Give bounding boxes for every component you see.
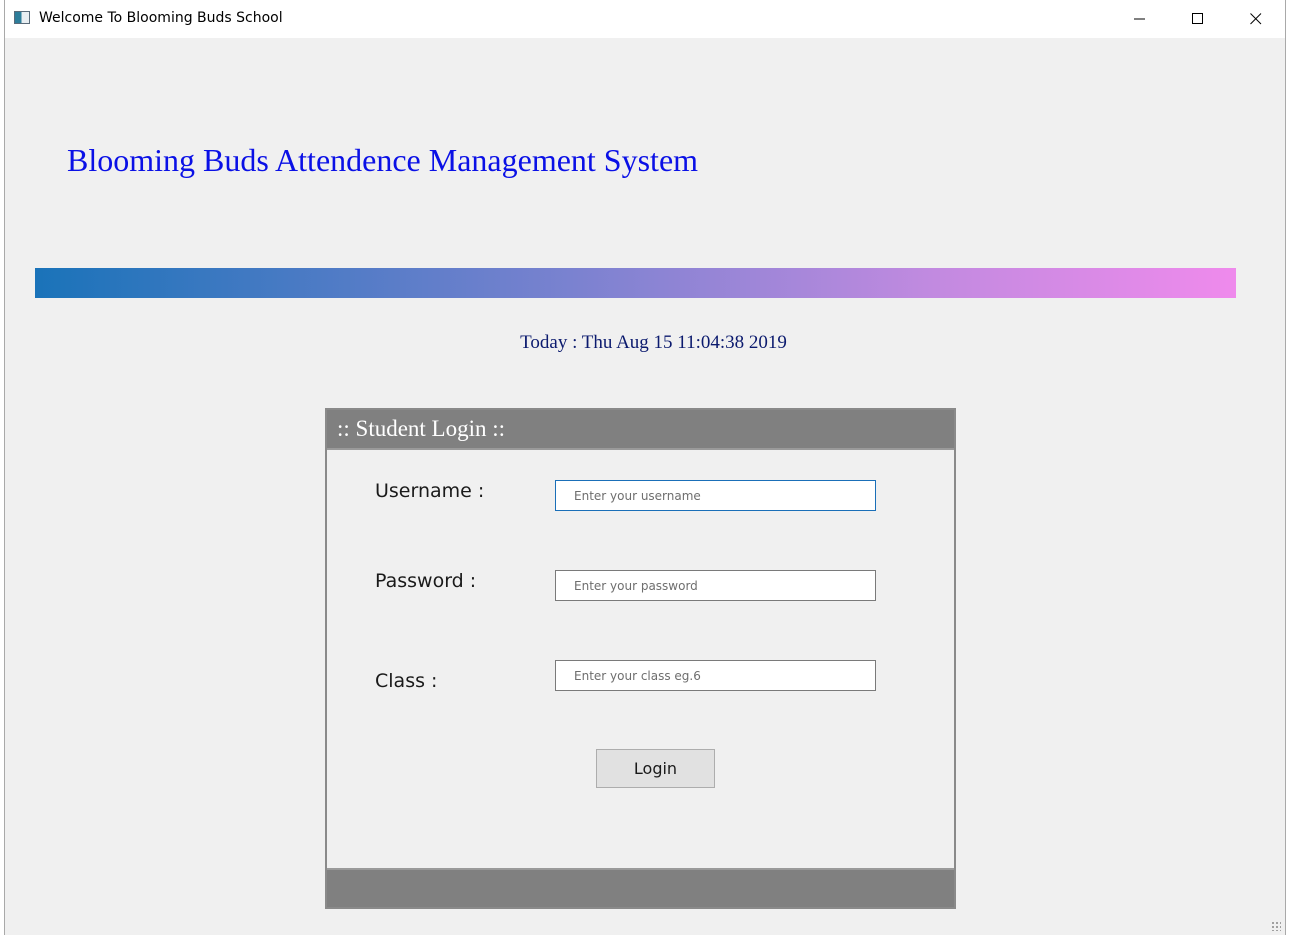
app-window-icon xyxy=(14,11,30,24)
page-title: Blooming Buds Attendence Management Syst… xyxy=(67,142,699,178)
login-panel-header: :: Student Login :: xyxy=(327,410,954,450)
title-bar[interactable]: Welcome To Blooming Buds School xyxy=(5,0,1285,38)
current-date-label: Today : Thu Aug 15 11:04:38 2019 xyxy=(520,332,787,353)
close-icon xyxy=(1250,13,1262,25)
close-button[interactable] xyxy=(1227,0,1285,38)
student-login-panel: :: Student Login :: Username : Password … xyxy=(325,408,956,909)
login-panel-footer xyxy=(327,868,954,907)
password-input[interactable] xyxy=(555,570,876,601)
app-window: Welcome To Blooming Buds School Blooming… xyxy=(4,0,1286,935)
login-panel-title: :: Student Login :: xyxy=(337,416,506,441)
window-title: Welcome To Blooming Buds School xyxy=(39,10,283,26)
minimize-icon xyxy=(1134,18,1145,20)
maximize-button[interactable] xyxy=(1169,0,1227,38)
minimize-button[interactable] xyxy=(1111,0,1169,38)
maximize-icon xyxy=(1192,13,1203,24)
password-label: Password : xyxy=(375,570,477,592)
login-button[interactable]: Login xyxy=(596,749,715,788)
class-input[interactable] xyxy=(555,660,876,691)
class-label: Class : xyxy=(375,670,438,692)
gradient-banner xyxy=(35,268,1236,298)
username-input[interactable] xyxy=(555,480,876,511)
resize-grip-icon[interactable] xyxy=(1271,921,1281,931)
username-label: Username : xyxy=(375,480,485,502)
